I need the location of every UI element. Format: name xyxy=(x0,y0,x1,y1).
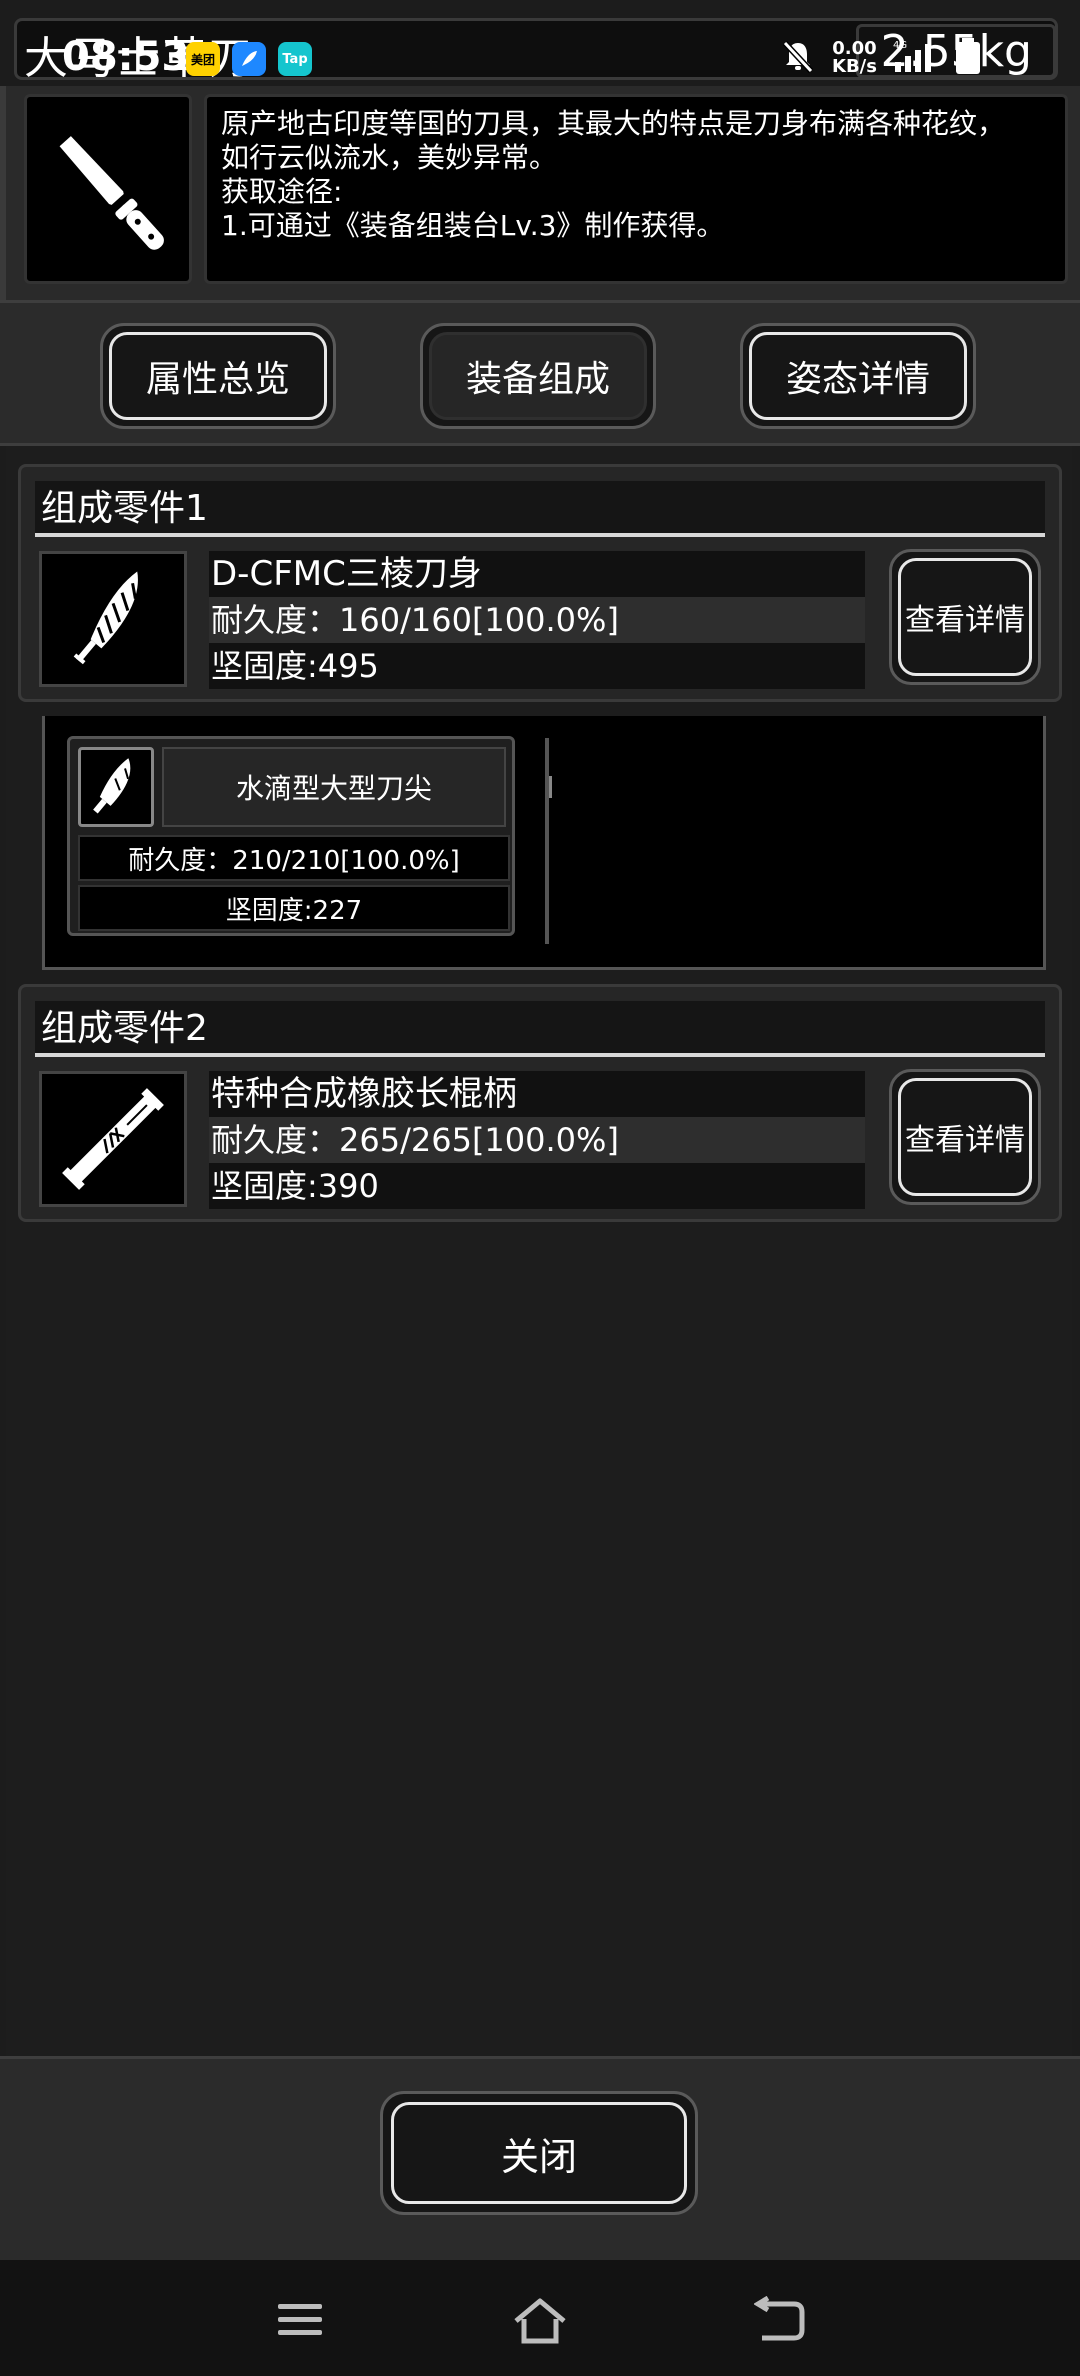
subpart-durability: 耐久度：210/210[100.0%] xyxy=(78,835,510,881)
view-details-button[interactable]: 查看详情 xyxy=(889,1069,1041,1205)
status-clock: 08:53 xyxy=(62,34,190,80)
part-name: D-CFMC三棱刀身 xyxy=(209,551,865,597)
description-line: 1.可通过《装备组装台Lv.3》制作获得。 xyxy=(221,209,725,242)
parts-list[interactable]: 组成零件1 D-CFMC三棱刀身 耐久度：160/160[100.0%] 坚固度… xyxy=(6,446,1072,2056)
taptap-app-icon: Tap xyxy=(278,42,312,76)
part-section-title: 组成零件2 xyxy=(35,1001,1045,1057)
status-icons: 0.00 KB/s 4G xyxy=(780,36,983,80)
tab-label: 属性总览 xyxy=(145,359,290,400)
menu-icon[interactable] xyxy=(270,2290,330,2350)
handle-icon xyxy=(62,1088,164,1190)
system-navigation-bar xyxy=(0,2260,1080,2376)
svg-text:4G: 4G xyxy=(893,40,907,51)
part-section-2: 组成零件2 特种合成橡胶长棍柄 耐久度：265/265[100.0%] 坚固度:… xyxy=(18,984,1062,1222)
part-image xyxy=(39,551,187,687)
tab-attribute-overview[interactable]: 属性总览 xyxy=(100,323,336,429)
view-details-label: 查看详情 xyxy=(898,1078,1032,1196)
tab-bar: 属性总览 装备组成 姿态详情 xyxy=(0,300,1080,446)
blade-tip-icon xyxy=(93,758,131,814)
subpart-name: 水滴型大型刀尖 xyxy=(162,747,506,827)
back-icon[interactable] xyxy=(750,2290,810,2350)
tab-label: 装备组成 xyxy=(465,359,610,400)
net-speed: 0.00 KB/s xyxy=(832,38,877,77)
panel-divider xyxy=(545,738,549,944)
part-durability: 耐久度：265/265[100.0%] xyxy=(209,1117,865,1163)
home-icon[interactable] xyxy=(510,2290,570,2350)
title-bar: 大马士革刀 08:53 美团 Tap 2.55kg 0.00 KB/s xyxy=(0,0,1080,90)
signal-icon: 4G xyxy=(893,38,937,78)
tab-stance-details[interactable]: 姿态详情 xyxy=(740,323,976,429)
part-durability: 耐久度：160/160[100.0%] xyxy=(209,597,865,643)
battery-icon xyxy=(953,36,983,80)
divider-mark xyxy=(549,776,555,798)
part-section-1: 组成零件1 D-CFMC三棱刀身 耐久度：160/160[100.0%] 坚固度… xyxy=(18,464,1062,702)
close-label: 关闭 xyxy=(391,2102,687,2204)
item-description-area: 原产地古印度等国的刀具，其最大的特点是刀身布满各种花纹， 如行云似流水，美妙异常… xyxy=(0,86,1080,300)
part-hardness: 坚固度:495 xyxy=(209,643,865,689)
tab-equipment-composition[interactable]: 装备组成 xyxy=(420,323,656,429)
subpart-image xyxy=(78,747,154,827)
part-image xyxy=(39,1071,187,1207)
item-description: 原产地古印度等国的刀具，其最大的特点是刀身布满各种花纹， 如行云似流水，美妙异常… xyxy=(204,94,1068,284)
subpart-panel[interactable]: 水滴型大型刀尖 耐久度：210/210[100.0%] 坚固度:227 xyxy=(42,716,1046,970)
view-details-button[interactable]: 查看详情 xyxy=(889,549,1041,685)
view-details-label: 查看详情 xyxy=(898,558,1032,676)
item-image xyxy=(24,94,192,284)
description-line: 原产地古印度等国的刀具，其最大的特点是刀身布满各种花纹， xyxy=(221,107,1006,140)
bottom-bar: 关闭 xyxy=(0,2056,1080,2260)
blade-icon xyxy=(73,571,138,665)
description-line: 获取途径: xyxy=(221,175,343,208)
part-name: 特种合成橡胶长棍柄 xyxy=(209,1071,865,1117)
part-hardness: 坚固度:390 xyxy=(209,1163,865,1209)
part-stats: 特种合成橡胶长棍柄 耐久度：265/265[100.0%] 坚固度:390 xyxy=(209,1071,865,1209)
part-stats: D-CFMC三棱刀身 耐久度：160/160[100.0%] 坚固度:495 xyxy=(209,551,865,689)
knife-icon xyxy=(59,136,164,250)
meituan-app-icon: 美团 xyxy=(186,42,220,76)
tab-label: 姿态详情 xyxy=(785,359,930,400)
part-section-title: 组成零件1 xyxy=(35,481,1045,537)
feather-app-icon xyxy=(232,42,266,76)
subpart-card[interactable]: 水滴型大型刀尖 耐久度：210/210[100.0%] 坚固度:227 xyxy=(67,736,515,936)
subpart-hardness: 坚固度:227 xyxy=(78,885,510,931)
close-button[interactable]: 关闭 xyxy=(380,2091,698,2215)
description-line: 如行云似流水，美妙异常。 xyxy=(221,141,558,174)
mute-bell-icon xyxy=(780,38,816,78)
